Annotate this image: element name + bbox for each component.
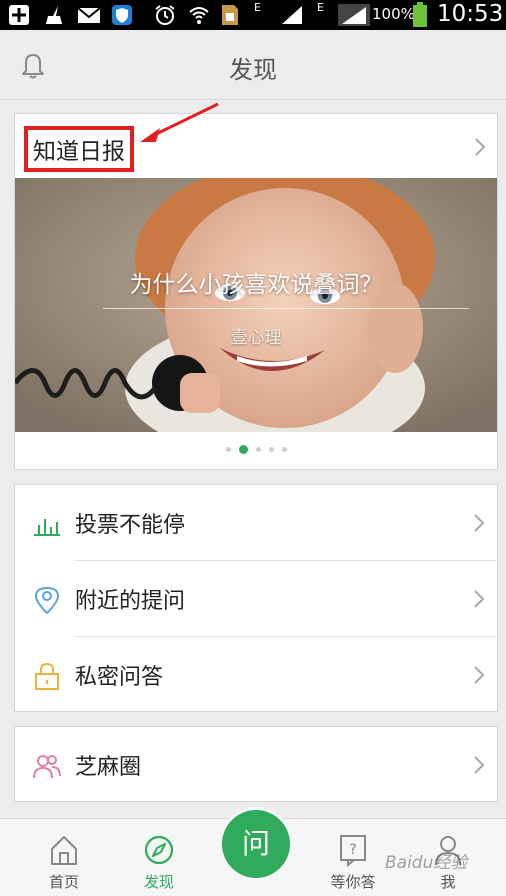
battery-percent: 100%: [372, 5, 415, 23]
list-item-label: 芝麻圈: [75, 755, 142, 780]
annotation-arrow: [140, 102, 219, 142]
top-header: 发现: [0, 30, 506, 100]
ask-question-button[interactable]: 问: [222, 810, 290, 878]
nav-home[interactable]: 首页: [19, 819, 109, 896]
circle-card[interactable]: 芝麻圈: [14, 726, 498, 802]
carousel-indicator: [15, 445, 497, 457]
network-type-label-2: E: [317, 1, 324, 14]
hero-source: 壹心理: [230, 328, 282, 348]
wifi-icon: [189, 7, 209, 24]
lock-icon: [35, 662, 59, 690]
signal-icon: [282, 6, 302, 24]
list-item-vote[interactable]: 投票不能停: [15, 485, 497, 561]
chevron-right-icon: [474, 590, 485, 608]
status-bar: E E 100% 10:53: [0, 0, 506, 30]
nav-label: 发现: [143, 873, 174, 891]
baby-photo: [15, 178, 497, 432]
svg-text:?: ?: [349, 842, 356, 858]
clock: 10:53: [437, 1, 504, 27]
hero-headline[interactable]: 为什么小孩喜欢说叠词？: [15, 265, 497, 299]
list-item-circle[interactable]: 芝麻圈: [15, 727, 497, 803]
chevron-right-icon: [474, 666, 485, 684]
broom-icon: [46, 6, 62, 24]
chevron-right-icon: [474, 514, 485, 532]
list-item-label: 投票不能停: [75, 513, 186, 538]
carousel-dot-active: [238, 445, 248, 454]
alarm-icon: [155, 5, 175, 25]
list-item-nearby[interactable]: 附近的提问: [15, 561, 497, 637]
network-type-label: E: [254, 1, 261, 14]
signal-icon-2: [338, 4, 370, 26]
location-pin-icon: [34, 586, 60, 615]
compass-icon: [144, 835, 174, 865]
home-icon: [51, 836, 77, 865]
carousel-dot: [255, 447, 261, 452]
carousel-dot: [268, 447, 274, 452]
mail-icon: [77, 7, 101, 23]
page-title: 发现: [229, 56, 277, 84]
list-item-label: 私密问答: [75, 665, 164, 690]
feature-list-card: 投票不能停 附近的提问 私密问答: [14, 484, 498, 712]
sim-icon: [222, 5, 238, 25]
battery-icon: [413, 2, 427, 27]
carousel-dot: [225, 447, 231, 452]
nav-label: 首页: [48, 873, 79, 891]
chevron-right-icon: [474, 756, 485, 774]
nav-label: 我: [440, 873, 456, 891]
daily-news-title[interactable]: 知道日报: [24, 126, 134, 172]
add-icon: [9, 5, 29, 25]
hero-image[interactable]: 为什么小孩喜欢说叠词？ 壹心理: [15, 178, 497, 432]
hero-divider: [103, 308, 469, 309]
carousel-dot: [281, 447, 287, 452]
people-icon: [33, 755, 61, 779]
nav-label: 等你答: [330, 873, 376, 891]
shield-app-icon: [112, 5, 132, 25]
daily-news-card[interactable]: 知道日报 为什么小孩喜欢说叠词？ 壹心理: [14, 113, 498, 470]
nav-discover[interactable]: 发现: [114, 819, 204, 896]
watermark-text: Baidu经验: [385, 853, 468, 873]
list-item-private[interactable]: 私密问答: [15, 637, 497, 713]
list-item-label: 附近的提问: [75, 589, 186, 614]
question-doc-icon: ?: [340, 835, 366, 867]
bar-chart-icon: [34, 519, 60, 536]
chevron-right-icon[interactable]: [473, 136, 487, 158]
